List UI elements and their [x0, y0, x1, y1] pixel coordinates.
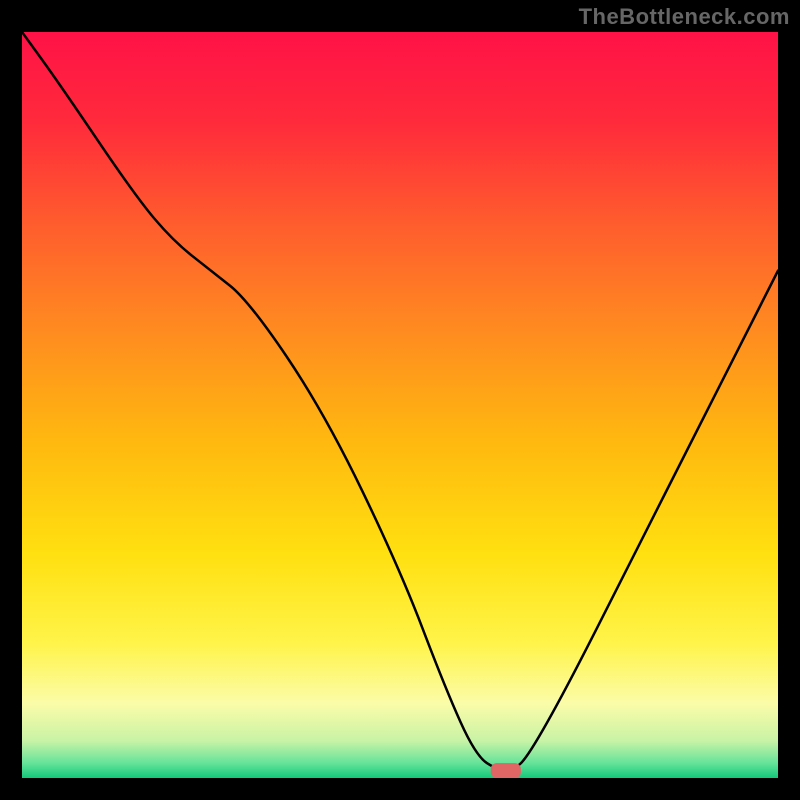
- chart-background-gradient: [22, 32, 778, 778]
- chart-plot-area: [22, 32, 778, 778]
- optimal-marker-icon: [491, 763, 521, 778]
- watermark-label: TheBottleneck.com: [579, 4, 790, 30]
- chart-svg: [22, 32, 778, 778]
